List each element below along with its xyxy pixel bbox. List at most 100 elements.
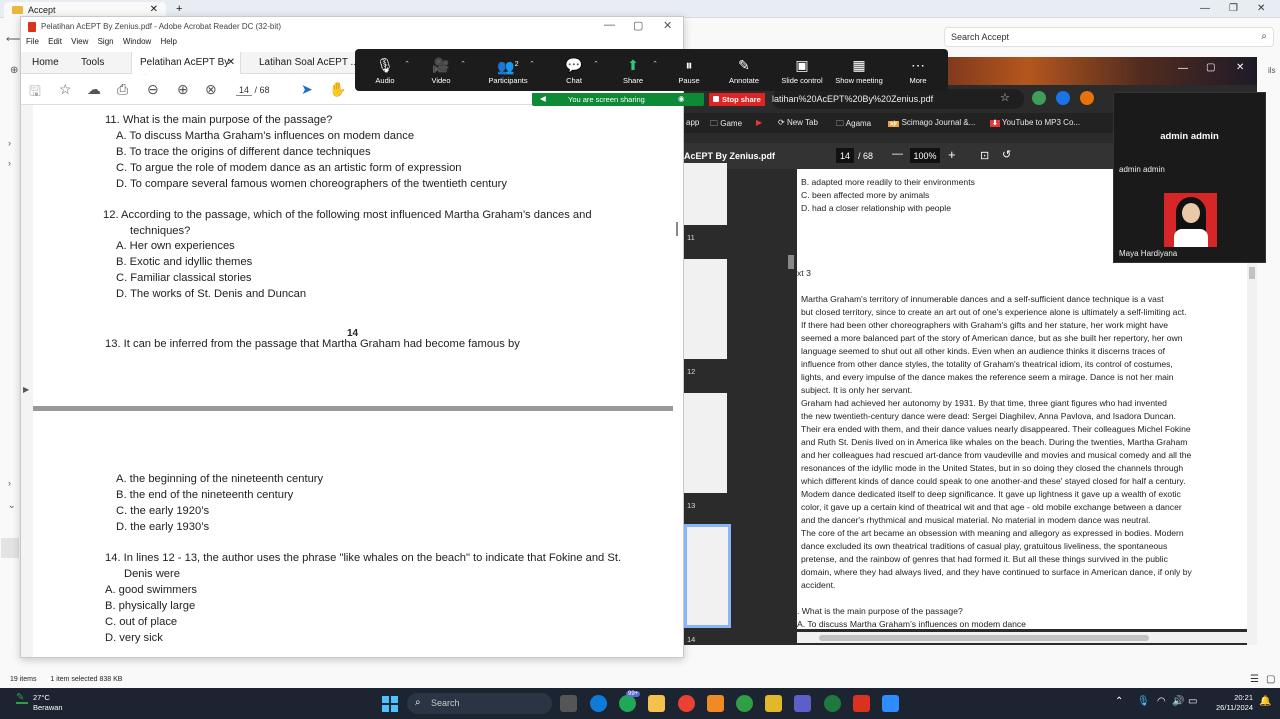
zoom-out-icon[interactable]: —: [892, 148, 903, 160]
weather-icon[interactable]: ✎: [16, 692, 28, 704]
bookmark-item[interactable]: ⬇ YouTube to MP3 Co...: [990, 118, 1080, 127]
pdf-zoom-input[interactable]: 100%: [910, 148, 940, 163]
chevron-up-icon[interactable]: ⌃: [404, 60, 410, 68]
upload-cloud-icon[interactable]: ☁: [87, 81, 101, 98]
app-icon[interactable]: [765, 695, 782, 712]
microphone-icon[interactable]: 🎙: [1137, 696, 1150, 707]
chat-button[interactable]: 💬 Chat ⌃: [547, 56, 601, 85]
page-number-input[interactable]: 14: [236, 85, 252, 96]
page-thumbnail[interactable]: [684, 259, 727, 359]
bookmark-item[interactable]: ⟳ New Tab: [778, 118, 818, 127]
explorer-search-input[interactable]: Search Accept ⌕: [944, 27, 1274, 47]
wifi-icon[interactable]: ◠: [1157, 696, 1166, 707]
participant-tile[interactable]: admin admin: [1114, 93, 1265, 176]
file-explorer-icon[interactable]: [648, 695, 665, 712]
tab-tools[interactable]: Tools: [73, 52, 128, 74]
close-icon[interactable]: ✕: [663, 19, 672, 32]
nav-selected-item[interactable]: [1, 538, 19, 558]
audio-button[interactable]: 🎙 Audio ⌃: [358, 56, 412, 85]
fit-page-icon[interactable]: ⊡: [980, 149, 989, 162]
tab-home[interactable]: Home: [24, 52, 76, 74]
minimize-icon[interactable]: —: [1178, 63, 1188, 74]
maximize-icon[interactable]: ▢: [1206, 62, 1215, 73]
pause-button[interactable]: ⏸ Pause: [662, 56, 716, 85]
extension-icon[interactable]: [1080, 91, 1094, 105]
xbox-icon[interactable]: [824, 695, 841, 712]
edge-icon[interactable]: [590, 695, 607, 712]
chevron-up-icon[interactable]: ⌃: [652, 60, 658, 68]
stop-share-button[interactable]: Stop share: [709, 93, 765, 106]
acrobat-document-view[interactable]: 11. What is the main purpose of the pass…: [33, 109, 673, 657]
panel-expand-icon[interactable]: ▶: [23, 385, 29, 394]
page-down-icon[interactable]: ⊗: [205, 81, 217, 98]
save-icon[interactable]: 🖫: [29, 81, 41, 105]
menu-view[interactable]: View: [71, 37, 88, 46]
annotate-button[interactable]: ✎ Annotate: [717, 56, 771, 85]
menu-edit[interactable]: Edit: [48, 37, 62, 46]
chevron-up-icon[interactable]: ⌃: [460, 60, 466, 68]
battery-icon[interactable]: ▭: [1188, 696, 1197, 707]
chevron-down-icon[interactable]: ⌄: [8, 500, 16, 511]
bookmark-star-icon[interactable]: ☆: [59, 81, 72, 98]
tab-pelatihan[interactable]: Pelatihan AcEPT By ... ✕: [131, 52, 241, 79]
more-button[interactable]: ⋯ More: [891, 56, 945, 85]
tab-latihan[interactable]: Latihan Soal AcEPT ...: [251, 52, 361, 74]
chevron-right-icon[interactable]: ›: [8, 138, 11, 148]
teams-icon[interactable]: [794, 695, 811, 712]
page-thumbnail[interactable]: [684, 393, 727, 493]
close-tab-icon[interactable]: ✕: [150, 4, 158, 15]
share-button[interactable]: ⬆ Share ⌃: [606, 56, 660, 85]
address-bar[interactable]: latihan%20AcEPT%20By%20Zenius.pdf: [772, 89, 1024, 109]
chevron-right-icon[interactable]: ›: [8, 478, 11, 488]
page-up-icon[interactable]: ⊕: [177, 81, 189, 98]
menu-window[interactable]: Window: [123, 37, 151, 46]
clock[interactable]: 20:21 26/11/2024: [1205, 693, 1253, 713]
participants-button[interactable]: 👥2 Participants ⌃: [479, 56, 537, 85]
menu-file[interactable]: File: [26, 37, 39, 46]
maximize-icon[interactable]: ▢: [633, 19, 643, 32]
details-view-icon[interactable]: ☰: [1250, 674, 1259, 685]
pdf-page-input[interactable]: 14: [836, 148, 854, 163]
bookmark-item[interactable]: sjr Scimago Journal &...: [888, 118, 975, 127]
maximize-icon[interactable]: ❐: [1229, 3, 1238, 14]
show-meeting-button[interactable]: ▦ Show meeting: [831, 56, 887, 85]
chevron-right-icon[interactable]: ›: [8, 158, 11, 168]
hand-tool-icon[interactable]: ✋: [329, 81, 346, 98]
taskbar-search[interactable]: ⌕ Search: [407, 693, 552, 714]
page-thumbnail-selected[interactable]: [684, 524, 731, 628]
acrobat-left-panel[interactable]: ▶: [21, 105, 33, 657]
print-icon[interactable]: ⎙: [117, 81, 128, 98]
tiles-view-icon[interactable]: ▢: [1266, 674, 1275, 685]
app-icon[interactable]: [707, 695, 724, 712]
scrollbar-thumb[interactable]: [1249, 267, 1255, 279]
scrollbar-thumb[interactable]: [788, 255, 794, 269]
bookmark-item[interactable]: 🗀 Agama: [836, 118, 871, 132]
video-button[interactable]: 🎥 Video ⌃: [414, 56, 468, 85]
volume-icon[interactable]: 🔊: [1172, 696, 1184, 707]
bookmark-star-icon[interactable]: ☆: [1000, 91, 1010, 104]
scrollbar-thumb[interactable]: [819, 635, 1149, 641]
slide-control-button[interactable]: ▣ Slide control: [774, 56, 830, 85]
youtube-icon[interactable]: ▶: [756, 118, 762, 127]
task-view-icon[interactable]: [560, 695, 577, 712]
chevron-up-icon[interactable]: ⌃: [1115, 696, 1123, 707]
scrollbar-thumb[interactable]: [676, 222, 678, 236]
zoom-in-icon[interactable]: +: [948, 147, 956, 162]
minimize-icon[interactable]: —: [1200, 3, 1210, 14]
zoom-app-icon[interactable]: [882, 695, 899, 712]
extension-icon[interactable]: [1056, 91, 1070, 105]
rotate-icon[interactable]: ↺: [1002, 148, 1011, 161]
acrobat-icon[interactable]: [853, 695, 870, 712]
weather-widget[interactable]: 27°C Berawan: [33, 693, 63, 713]
menu-sign[interactable]: Sign: [98, 37, 114, 46]
back-arrow-icon[interactable]: ⟵: [6, 34, 20, 45]
select-cursor-icon[interactable]: ➤: [301, 81, 313, 98]
close-icon[interactable]: ✕: [1257, 3, 1265, 14]
chrome-icon[interactable]: [678, 695, 695, 712]
app-icon[interactable]: [736, 695, 753, 712]
chevron-up-icon[interactable]: ⌃: [593, 60, 599, 68]
minimize-icon[interactable]: —: [604, 19, 615, 31]
close-tab-icon[interactable]: ✕: [227, 57, 235, 68]
menu-help[interactable]: Help: [161, 37, 177, 46]
close-icon[interactable]: ✕: [1236, 62, 1244, 73]
